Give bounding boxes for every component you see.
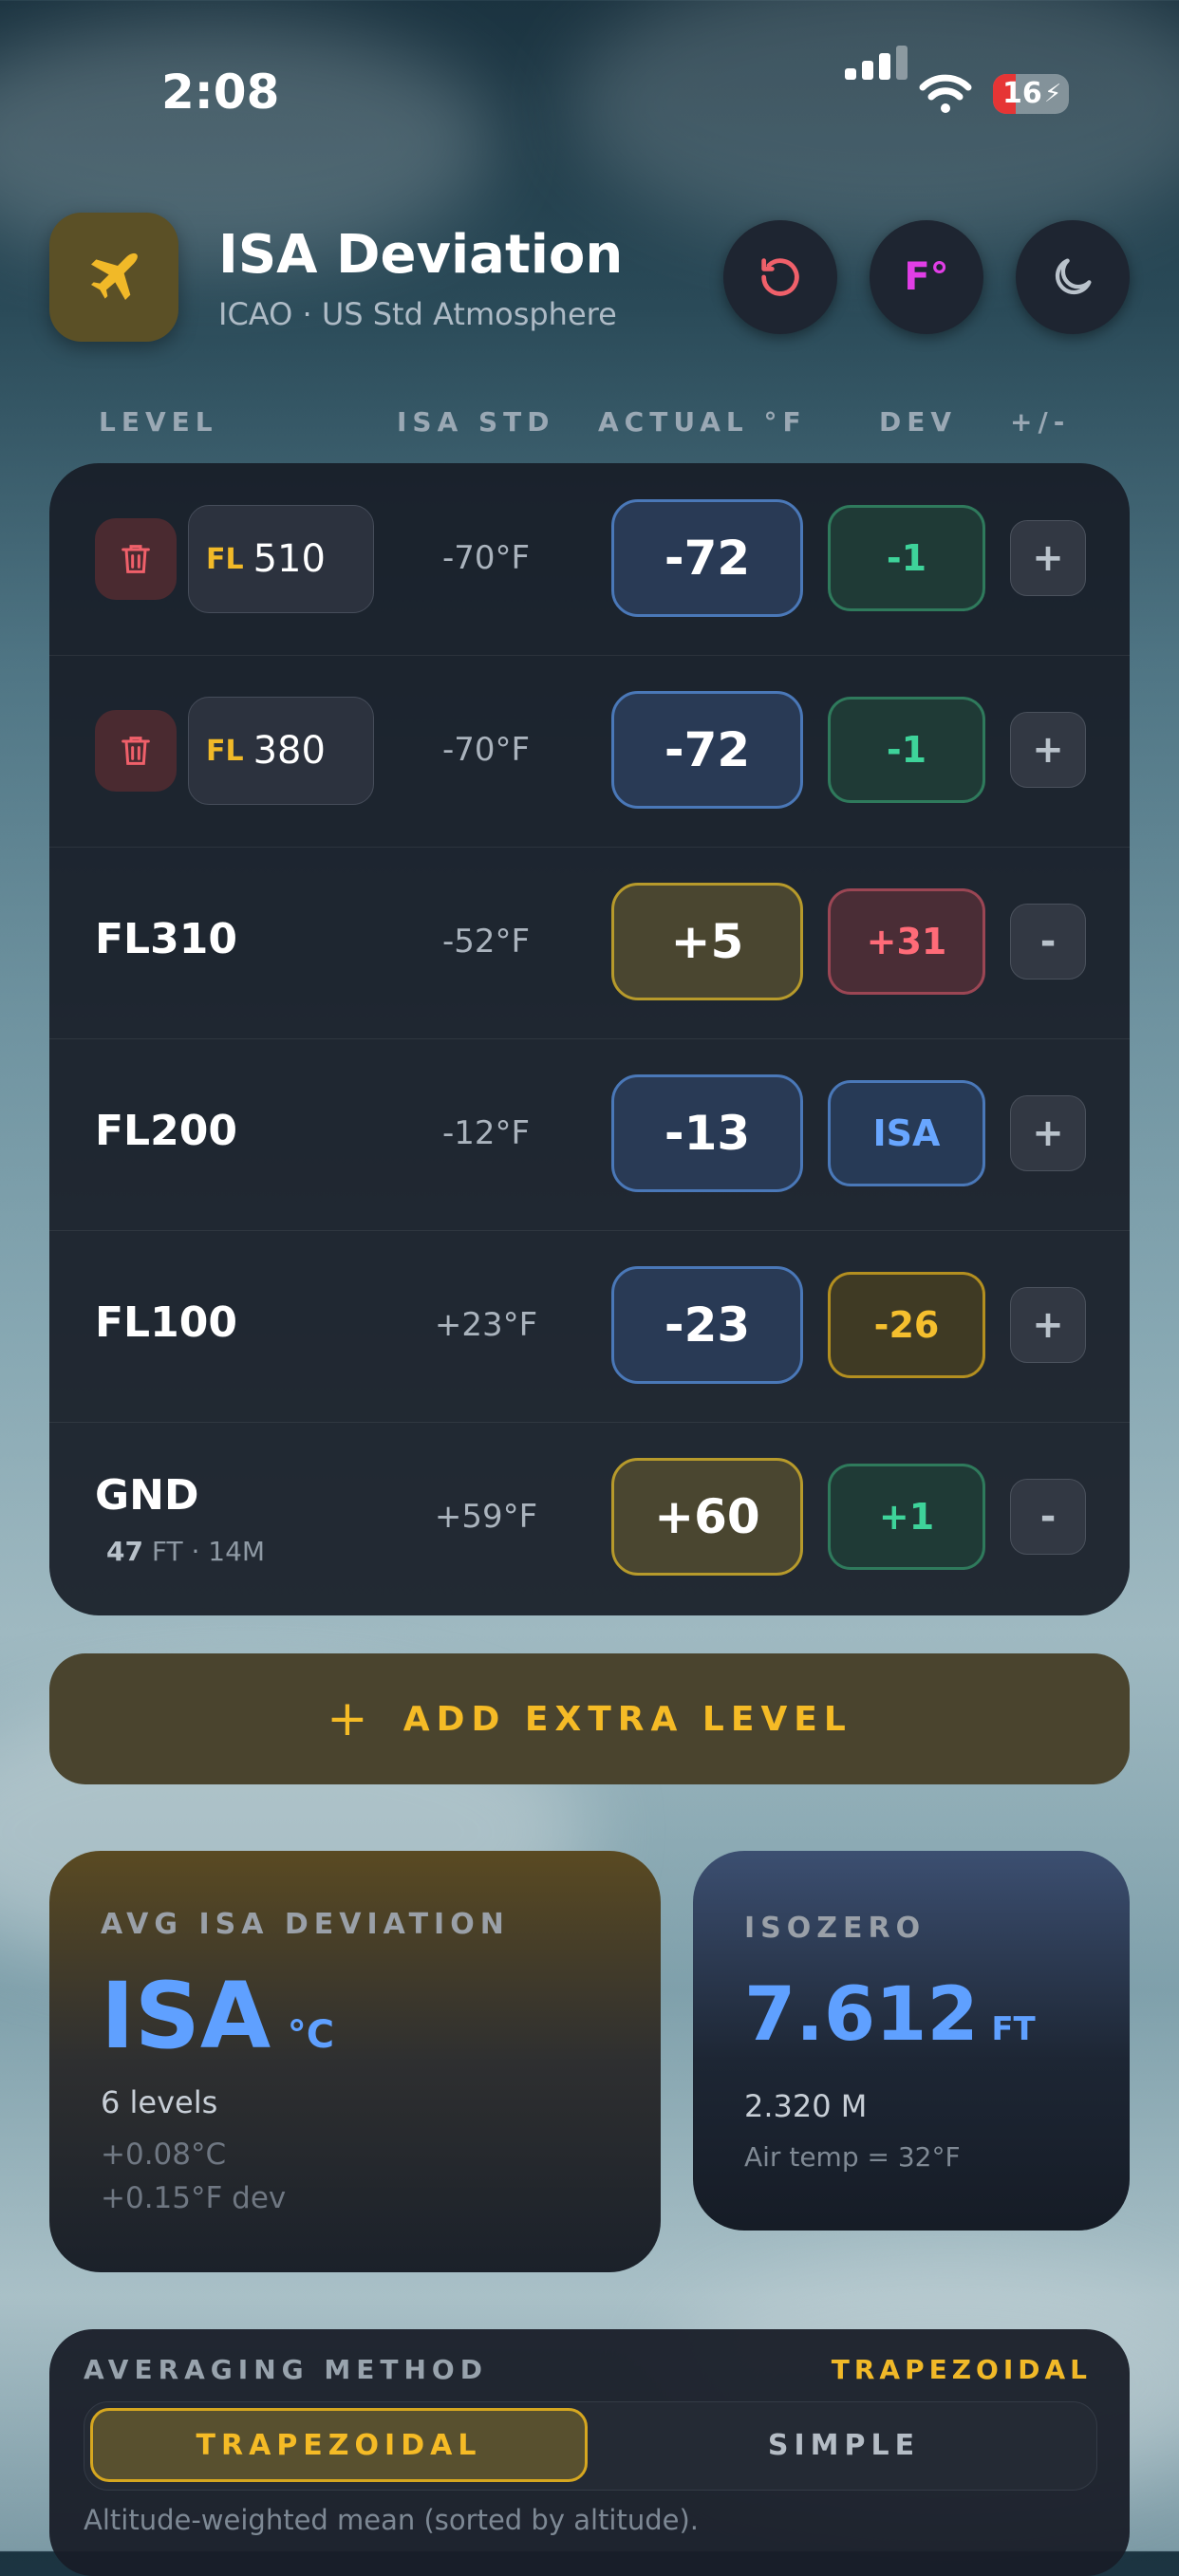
level-name: FL310	[95, 915, 237, 963]
fl-prefix: FL	[206, 542, 244, 576]
airplane-icon	[91, 252, 138, 300]
actual-temp-input[interactable]: -13	[611, 1074, 803, 1192]
averaging-hint: Altitude-weighted mean (sorted by altitu…	[84, 2504, 699, 2536]
sign-toggle-button[interactable]: +	[1010, 520, 1086, 596]
status-time: 2:08	[161, 65, 280, 120]
app-icon	[49, 213, 178, 342]
unit-label: F°	[904, 255, 949, 299]
elevation-unit: FT	[151, 1536, 183, 1567]
wifi-icon	[919, 74, 972, 113]
elevation-value: 47	[106, 1536, 143, 1567]
isa-std-value: -70°F	[441, 539, 531, 577]
elevation-meters: · 14M	[191, 1536, 266, 1567]
col-plus-minus: +/-	[1010, 406, 1071, 438]
sign-toggle-button[interactable]: +	[1010, 1095, 1086, 1171]
ground-elevation: 47 FT · 14M	[106, 1536, 265, 1567]
actual-temp-input[interactable]: +60	[611, 1458, 803, 1576]
option-simple[interactable]: SIMPLE	[597, 2408, 1091, 2482]
table-row: FL100 +23°F -23 -26 +	[49, 1230, 1130, 1423]
trash-icon	[122, 545, 150, 573]
actual-temp-input[interactable]: +5	[611, 883, 803, 1000]
isozero-card: ISOZERO 7.612 FT 2.320 M Air temp = 32°F	[693, 1851, 1130, 2231]
averaging-current: TRAPEZOIDAL	[831, 2354, 1092, 2385]
avg-celsius: +0.08°C	[101, 2137, 227, 2172]
averaging-label: AVERAGING METHOD	[84, 2354, 488, 2385]
reset-button[interactable]	[723, 220, 837, 334]
trash-icon	[122, 737, 150, 765]
dark-mode-button[interactable]	[1016, 220, 1130, 334]
unit-toggle-button[interactable]: F°	[870, 220, 983, 334]
fl-prefix: FL	[206, 734, 244, 768]
sign-toggle-button[interactable]: -	[1010, 904, 1086, 980]
fl-value: 380	[253, 729, 326, 773]
sign-toggle-button[interactable]: -	[1010, 1479, 1086, 1555]
fl-value: 510	[253, 537, 326, 581]
add-extra-level-button[interactable]: + ADD EXTRA LEVEL	[49, 1653, 1130, 1784]
avg-fahrenheit-dev: +0.15°F dev	[101, 2181, 287, 2215]
table-row: FL200 -12°F -13 ISA +	[49, 1038, 1130, 1231]
avg-value-row: ISA °C	[101, 1963, 334, 2069]
isozero-value: 7.612	[744, 1972, 979, 2058]
avg-levels-count: 6 levels	[101, 2084, 218, 2120]
deviation-badge: +31	[828, 888, 985, 995]
table-row: FL 510 -70°F -72 -1 +	[49, 463, 1130, 656]
actual-temp-input[interactable]: -72	[611, 499, 803, 617]
deviation-badge: -1	[828, 697, 985, 803]
isozero-value-row: 7.612 FT	[744, 1972, 1036, 2058]
delete-button[interactable]	[95, 518, 177, 600]
isa-std-value: +23°F	[434, 1306, 538, 1344]
actual-temp-input[interactable]: -23	[611, 1266, 803, 1384]
level-name: GND	[95, 1471, 199, 1520]
sign-toggle-button[interactable]: +	[1010, 1287, 1086, 1363]
col-actual: ACTUAL °F	[598, 406, 807, 438]
isozero-unit: FT	[991, 2010, 1036, 2048]
page-subtitle: ICAO · US Std Atmosphere	[218, 296, 617, 332]
actual-temp-input[interactable]: -72	[611, 691, 803, 809]
isa-std-value: -52°F	[441, 923, 531, 961]
sign-toggle-button[interactable]: +	[1010, 712, 1086, 788]
col-isa-std: ISA STD	[397, 406, 555, 438]
fl-input[interactable]: FL 380	[188, 697, 374, 805]
isozero-note: Air temp = 32°F	[744, 2141, 961, 2173]
reset-icon	[761, 258, 799, 296]
avg-label: AVG ISA DEVIATION	[101, 1908, 510, 1941]
isozero-label: ISOZERO	[744, 1912, 926, 1945]
page-title: ISA Deviation	[218, 224, 624, 286]
level-name: FL100	[95, 1298, 237, 1347]
avg-deviation-card: AVG ISA DEVIATION ISA °C 6 levels +0.08°…	[49, 1851, 661, 2272]
col-dev: DEV	[879, 406, 958, 438]
isa-std-value: -12°F	[441, 1114, 531, 1152]
avg-unit: °C	[287, 2013, 335, 2057]
table-row: FL310 -52°F +5 +31 -	[49, 847, 1130, 1039]
table-row: FL 380 -70°F -72 -1 +	[49, 655, 1130, 848]
averaging-segmented-control: TRAPEZOIDAL SIMPLE	[84, 2401, 1097, 2491]
table-row: GND 47 FT · 14M +59°F +60 +1 -	[49, 1422, 1130, 1614]
isozero-meters: 2.320 M	[744, 2088, 868, 2124]
level-name: FL200	[95, 1107, 237, 1155]
isa-std-value: -70°F	[441, 731, 531, 769]
moon-icon	[1055, 258, 1092, 295]
deviation-badge: -26	[828, 1272, 985, 1378]
avg-value: ISA	[101, 1963, 271, 2069]
status-bar: 2:08 16 ⚡	[0, 0, 1179, 190]
levels-table: FL 510 -70°F -72 -1 + FL 380 -70°F -72 -…	[49, 463, 1130, 1615]
deviation-badge: ISA	[828, 1080, 985, 1186]
battery-icon: 16 ⚡	[993, 74, 1069, 114]
col-level: LEVEL	[99, 406, 218, 438]
delete-button[interactable]	[95, 710, 177, 792]
deviation-badge: +1	[828, 1464, 985, 1570]
plus-icon: +	[327, 1690, 375, 1747]
add-level-label: ADD EXTRA LEVEL	[402, 1699, 852, 1739]
deviation-badge: -1	[828, 505, 985, 611]
isa-std-value: +59°F	[434, 1498, 538, 1536]
battery-level: 16	[1002, 77, 1042, 110]
fl-input[interactable]: FL 510	[188, 505, 374, 613]
charging-icon: ⚡	[1044, 80, 1062, 108]
averaging-method-panel: AVERAGING METHOD TRAPEZOIDAL TRAPEZOIDAL…	[49, 2329, 1130, 2576]
option-trapezoidal[interactable]: TRAPEZOIDAL	[90, 2408, 588, 2482]
